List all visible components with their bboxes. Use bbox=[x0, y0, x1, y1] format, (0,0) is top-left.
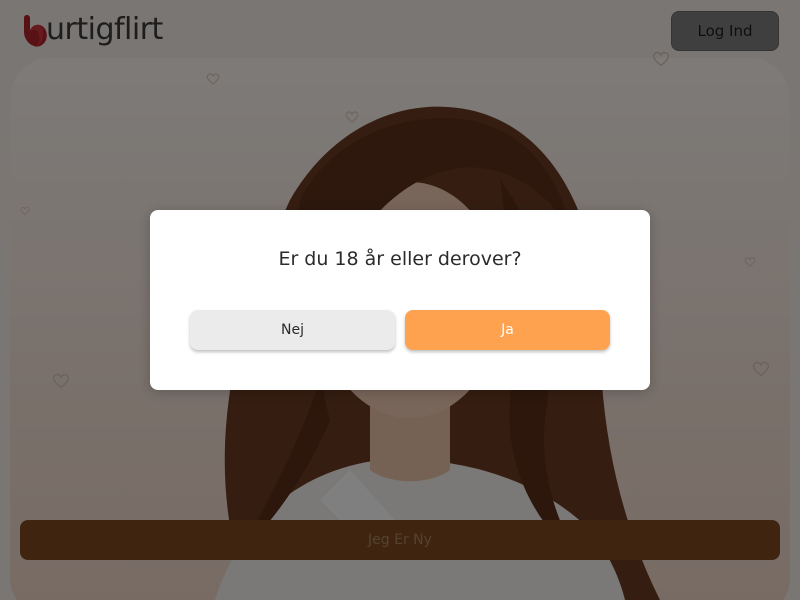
age-verification-dialog: Er du 18 år eller derover? Nej Ja bbox=[150, 210, 650, 390]
page: urtigflirt Log Ind Jeg Er Ny Er du 18 år… bbox=[0, 0, 800, 600]
age-question: Er du 18 år eller derover? bbox=[278, 248, 522, 270]
yes-button[interactable]: Ja bbox=[405, 310, 610, 350]
no-button[interactable]: Nej bbox=[190, 310, 395, 350]
